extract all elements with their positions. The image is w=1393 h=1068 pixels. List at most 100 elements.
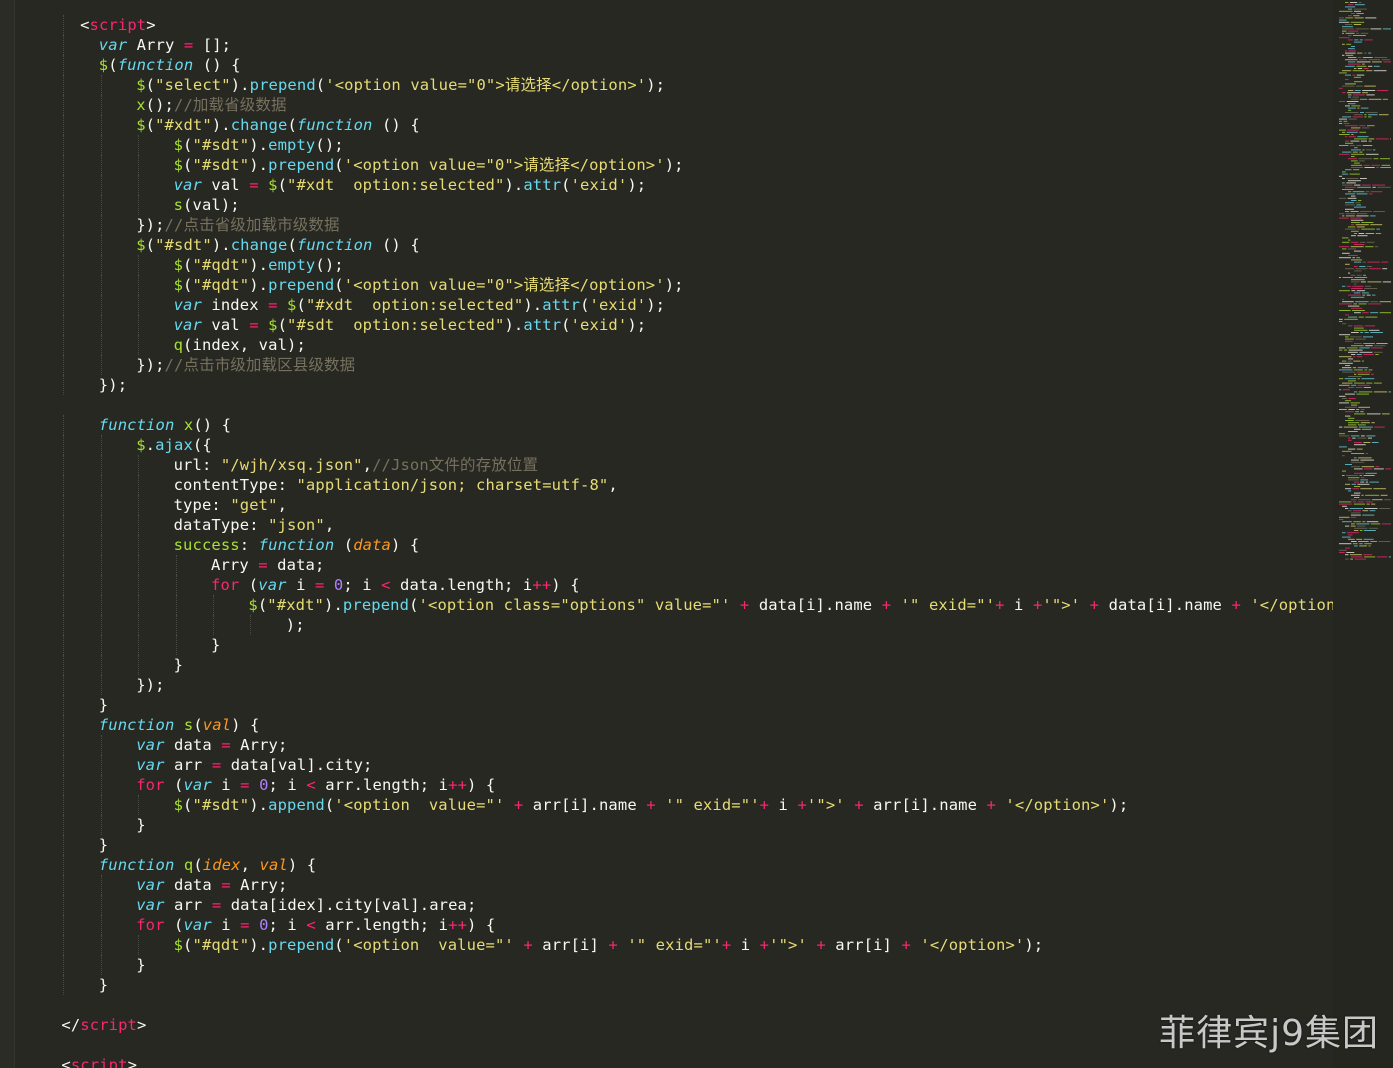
code-line[interactable]: var Arry = []; xyxy=(99,35,231,55)
code-line[interactable]: contentType: "application/json; charset=… xyxy=(174,475,618,495)
code-line[interactable]: }); xyxy=(136,675,164,695)
indent-guide xyxy=(138,135,140,155)
code-line[interactable]: success: function (data) { xyxy=(174,535,420,555)
code-token: script xyxy=(80,1016,138,1034)
minimap-stroke xyxy=(1378,541,1391,542)
code-line[interactable]: url: "/wjh/xsq.json",//Json文件的存放位置 xyxy=(174,455,539,475)
code-line[interactable]: function x() { xyxy=(99,415,231,435)
indent-guide xyxy=(100,175,102,195)
minimap-stroke xyxy=(1351,164,1363,166)
indent-guide xyxy=(175,595,177,615)
code-line[interactable]: ); xyxy=(286,615,305,635)
code-line[interactable]: for (var i = 0; i < data.length; i++) { xyxy=(211,575,580,595)
code-line[interactable]: } xyxy=(174,655,183,675)
code-line[interactable]: } xyxy=(99,975,108,995)
code-token: '<option value="' xyxy=(334,796,505,814)
code-line[interactable]: var val = $("#xdt option:selected").attr… xyxy=(174,175,647,195)
minimap-stroke xyxy=(1363,538,1374,540)
minimap-stroke xyxy=(1359,151,1363,153)
minimap-stroke xyxy=(1348,96,1351,98)
minimap-stroke xyxy=(1339,395,1346,397)
minimap-stroke xyxy=(1356,448,1363,450)
minimap-stroke xyxy=(1363,442,1371,443)
code-line[interactable]: } xyxy=(99,695,108,715)
code-line[interactable]: for (var i = 0; i < arr.length; i++) { xyxy=(136,775,495,795)
indent-guide xyxy=(63,455,65,475)
code-editor[interactable]: <script> var Arry = []; $(function () {$("… xyxy=(0,0,1393,1068)
code-line[interactable]: $("#xdt").change(function () { xyxy=(136,115,420,135)
minimap[interactable] xyxy=(1333,0,1393,1068)
code-line[interactable]: $("#qdt").prepend('<option value="' + ar… xyxy=(174,935,1044,955)
code-line[interactable]: });//点击省级加载市级数据 xyxy=(136,215,339,235)
minimap-stroke xyxy=(1348,325,1353,327)
minimap-stroke xyxy=(1365,481,1369,483)
code-line[interactable]: var arr = data[val].city; xyxy=(136,755,372,775)
code-line[interactable]: function s(val) { xyxy=(99,715,260,735)
code-line[interactable]: var data = Arry; xyxy=(136,735,287,755)
code-line[interactable]: for (var i = 0; i < arr.length; i++) { xyxy=(136,915,495,935)
code-line[interactable]: type: "get", xyxy=(174,495,287,515)
minimap-stroke xyxy=(1354,261,1362,263)
minimap-stroke xyxy=(1346,43,1352,45)
code-line[interactable]: } xyxy=(99,835,108,855)
minimap-stroke xyxy=(1355,28,1369,30)
code-line[interactable]: var index = $("#xdt option:selected").at… xyxy=(174,295,666,315)
code-line[interactable]: $("#sdt").change(function () { xyxy=(136,235,420,255)
minimap-stroke xyxy=(1364,285,1372,287)
code-token: '" exid="' xyxy=(900,596,996,614)
code-line[interactable]: dataType: "json", xyxy=(174,515,335,535)
code-token: '" exid="' xyxy=(665,796,760,814)
code-token: = xyxy=(268,296,278,314)
minimap-stroke xyxy=(1339,356,1352,358)
code-line[interactable]: x();//加载省级数据 xyxy=(136,95,286,115)
code-line[interactable]: $("#sdt").prepend('<option value="0">请选择… xyxy=(174,155,684,175)
indent-guide xyxy=(100,355,102,375)
code-line[interactable]: $(function () { xyxy=(99,55,241,75)
minimap-stroke xyxy=(1342,367,1352,369)
code-line[interactable]: });//点击市级加载区县级数据 xyxy=(136,355,355,375)
code-line[interactable]: } xyxy=(136,955,145,975)
code-line[interactable]: $("#xdt").prepend('<option class="option… xyxy=(248,595,1354,615)
code-line[interactable]: $("#qdt").prepend('<option value="0">请选择… xyxy=(174,275,684,295)
code-token: + xyxy=(721,936,732,954)
code-line[interactable]: var val = $("#sdt option:selected").attr… xyxy=(174,315,647,335)
code-token: 'exid' xyxy=(570,316,628,334)
code-line[interactable]: var arr = data[idex].city[val].area; xyxy=(136,895,476,915)
indent-guide xyxy=(63,595,65,615)
minimap-stroke xyxy=(1359,347,1370,349)
indent-guide xyxy=(63,235,65,255)
code-line[interactable]: </script> xyxy=(61,1015,146,1035)
code-line[interactable]: }); xyxy=(99,375,127,395)
code-area[interactable]: <script> var Arry = []; $(function () {$("… xyxy=(0,15,1354,1068)
minimap-stroke xyxy=(1354,76,1361,78)
code-token: for xyxy=(136,776,165,794)
code-token: ( xyxy=(334,936,344,954)
code-line[interactable]: $("#sdt").empty(); xyxy=(174,135,344,155)
code-token: val xyxy=(201,176,250,194)
code-token: + xyxy=(759,796,770,814)
code-line[interactable]: q(index, val); xyxy=(174,335,306,355)
indent-guide xyxy=(138,795,140,815)
code-token: ( xyxy=(409,596,419,614)
code-token: ( xyxy=(145,116,156,134)
code-line[interactable]: $("select").prepend('<option value="0">请… xyxy=(136,75,665,95)
indent-guide xyxy=(63,95,65,115)
minimap-stroke xyxy=(1381,164,1391,166)
minimap-stroke xyxy=(1354,68,1357,69)
code-line[interactable]: <script> xyxy=(80,15,156,35)
code-line[interactable]: s(val); xyxy=(174,195,240,215)
code-line[interactable]: Arry = data; xyxy=(211,555,324,575)
code-line[interactable]: var data = Arry; xyxy=(136,875,287,895)
code-token: prepend xyxy=(342,596,410,614)
code-line[interactable]: <script> xyxy=(61,1055,137,1068)
code-token: < xyxy=(61,1056,71,1068)
code-line[interactable]: function q(idex, val) { xyxy=(99,855,316,875)
code-line[interactable]: } xyxy=(136,815,145,835)
minimap-stroke xyxy=(1364,468,1373,470)
code-line[interactable]: $("#qdt").empty(); xyxy=(174,255,344,275)
code-line[interactable]: $.ajax({ xyxy=(136,435,212,455)
code-line[interactable]: $("#sdt").append('<option value="' + arr… xyxy=(174,795,1129,815)
code-line[interactable]: } xyxy=(211,635,220,655)
indent-guide xyxy=(138,275,140,295)
